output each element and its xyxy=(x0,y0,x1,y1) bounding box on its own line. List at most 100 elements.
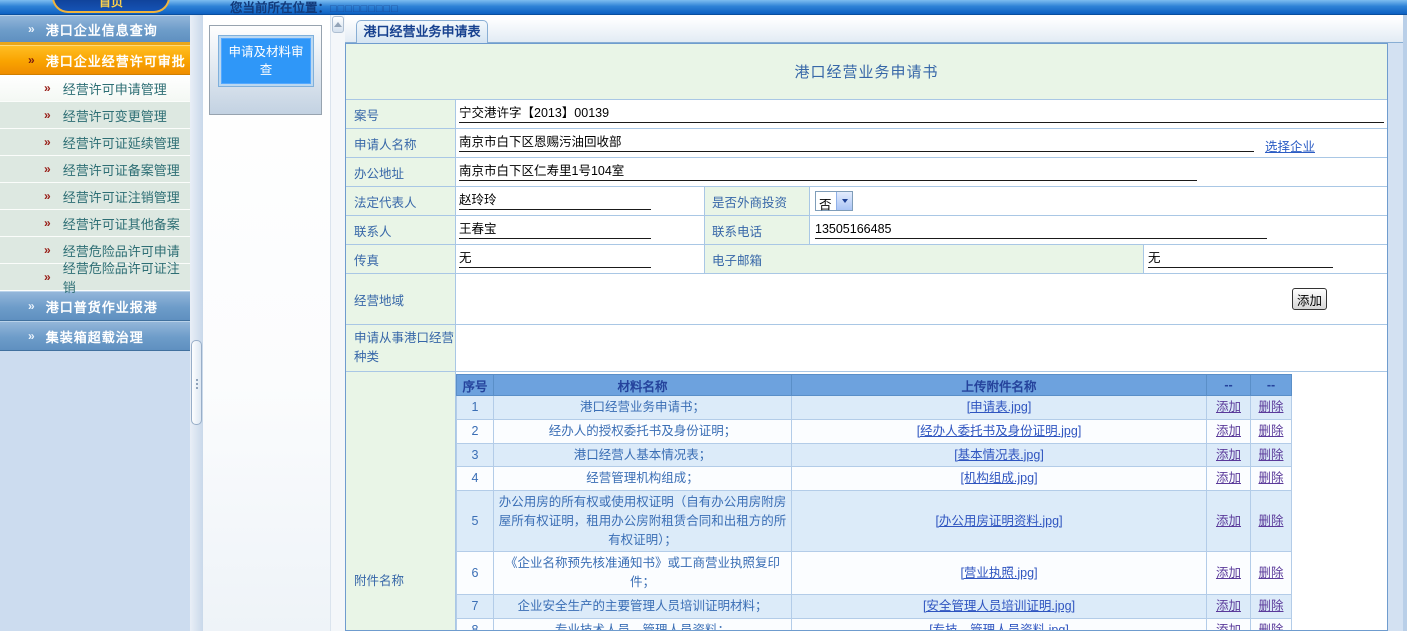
row-index: 8 xyxy=(457,618,494,631)
sidebar-subitem-3[interactable]: » 经营许可证延续管理 xyxy=(0,129,190,156)
delete-cell: 删除 xyxy=(1251,467,1292,491)
scrollbar-thumb[interactable] xyxy=(191,340,202,425)
file-cell: [专技、管理人员资料.jpg] xyxy=(792,618,1207,631)
material-name: 港口经营人基本情况表； xyxy=(494,443,792,467)
add-attachment-link[interactable]: 添加 xyxy=(1216,448,1241,462)
double-arrow-icon: » xyxy=(28,23,36,35)
case-number-field[interactable]: 宁交港许字【2013】00139 xyxy=(459,105,1384,123)
sidebar-subitem-2[interactable]: »经营许可变更管理 xyxy=(0,102,190,129)
file-cell: [安全管理人员培训证明.jpg] xyxy=(792,594,1207,618)
add-attachment-link[interactable]: 添加 xyxy=(1216,471,1241,485)
add-attachment-link[interactable]: 添加 xyxy=(1216,514,1241,528)
attachments-row: 附件名称 序号 材料名称 上传附件名称 -- -- 1港口经营业务申请书；[申请… xyxy=(346,372,1387,630)
delete-attachment-link[interactable]: 删除 xyxy=(1258,599,1283,613)
material-name: 办公用房的所有权或使用权证明（自有办公用房附房屋所有权证明，租用办公房附租赁合同… xyxy=(494,491,792,552)
add-cell: 添加 xyxy=(1207,396,1251,420)
delete-attachment-link[interactable]: 删除 xyxy=(1258,424,1283,438)
sidebar-scrollbar[interactable] xyxy=(190,15,203,631)
office-address-field[interactable]: 南京市白下区仁寿里1号104室 xyxy=(459,163,1197,181)
attachment-file-link[interactable]: [办公用房证明资料.jpg] xyxy=(935,514,1062,528)
arrow-icon: » xyxy=(44,216,51,230)
col-add: -- xyxy=(1207,375,1251,396)
sidebar-subitem-4[interactable]: »经营许可证备案管理 xyxy=(0,156,190,183)
content-scrollbar[interactable] xyxy=(330,15,345,631)
add-attachment-link[interactable]: 添加 xyxy=(1216,566,1241,580)
add-attachment-link[interactable]: 添加 xyxy=(1216,599,1241,613)
sidebar-subitem-8[interactable]: »经营危险品许可证注销 xyxy=(0,264,190,291)
sidebar-subitem-5[interactable]: »经营许可证注销管理 xyxy=(0,183,190,210)
top-bar: 您当前所在位置：□□□□□□□□□ xyxy=(0,0,1407,15)
attachments-header-row: 序号 材料名称 上传附件名称 -- -- xyxy=(457,375,1292,396)
tab-port-business-application[interactable]: 港口经营业务申请表 xyxy=(356,20,488,43)
col-upload: 上传附件名称 xyxy=(792,375,1207,396)
row-index: 4 xyxy=(457,467,494,491)
attachment-row-6: 6《企业名称预先核准通知书》或工商营业执照复印件； [营业执照.jpg] 添加 删除 xyxy=(457,552,1292,595)
phone-field[interactable]: 13505166485 xyxy=(815,221,1267,239)
email-field[interactable]: 无 xyxy=(1148,250,1333,268)
fax-label: 传真 xyxy=(346,245,456,273)
delete-attachment-link[interactable]: 删除 xyxy=(1258,400,1283,414)
legal-rep-label: 法定代表人 xyxy=(346,187,456,215)
fax-row: 传真 无 电子邮箱 无 xyxy=(346,245,1387,274)
row-index: 3 xyxy=(457,443,494,467)
page-scrollbar[interactable] xyxy=(1403,15,1407,631)
chevron-down-icon[interactable] xyxy=(836,192,852,210)
delete-cell: 删除 xyxy=(1251,443,1292,467)
review-step-button[interactable]: 申请及材料审查 xyxy=(221,38,311,84)
applicant-row: 申请人名称 南京市白下区恩赐污油回收部 选择企业 xyxy=(346,129,1387,158)
sidebar-item-2[interactable]: »港口企业经营许可审批 xyxy=(0,45,190,75)
material-name: 经办人的授权委托书及身份证明； xyxy=(494,419,792,443)
attachment-file-link[interactable]: [营业执照.jpg] xyxy=(960,566,1037,580)
legal-rep-field[interactable]: 赵玲玲 xyxy=(459,192,651,210)
fax-field[interactable]: 无 xyxy=(459,250,651,268)
attachment-file-link[interactable]: [申请表.jpg] xyxy=(967,400,1032,414)
add-attachment-link[interactable]: 添加 xyxy=(1216,400,1241,414)
add-attachment-link[interactable]: 添加 xyxy=(1216,424,1241,438)
file-cell: [申请表.jpg] xyxy=(792,396,1207,420)
material-name: 经营管理机构组成； xyxy=(494,467,792,491)
delete-attachment-link[interactable]: 删除 xyxy=(1258,566,1283,580)
attachment-file-link[interactable]: [安全管理人员培训证明.jpg] xyxy=(923,599,1075,613)
delete-attachment-link[interactable]: 删除 xyxy=(1258,448,1283,462)
add-cell: 添加 xyxy=(1207,419,1251,443)
select-company-link[interactable]: 选择企业 xyxy=(1265,136,1315,155)
file-cell: [基本情况表.jpg] xyxy=(792,443,1207,467)
business-region-row: 经营地域 添加 xyxy=(346,274,1387,325)
add-attachment-link[interactable]: 添加 xyxy=(1216,623,1241,631)
delete-cell: 删除 xyxy=(1251,618,1292,631)
arrow-icon: » xyxy=(44,162,51,176)
row-index: 6 xyxy=(457,552,494,595)
contact-row: 联系人 王春宝 联系电话 13505166485 xyxy=(346,216,1387,245)
file-cell: [机构组成.jpg] xyxy=(792,467,1207,491)
sidebar-subitem-1[interactable]: »经营许可申请管理 xyxy=(0,75,190,102)
attachment-file-link[interactable]: [机构组成.jpg] xyxy=(960,471,1037,485)
material-name: 《企业名称预先核准通知书》或工商营业执照复印件； xyxy=(494,552,792,595)
attachment-row-1: 1港口经营业务申请书；[申请表.jpg]添加删除 xyxy=(457,396,1292,420)
sidebar-subitem-6[interactable]: »经营许可证其他备案 xyxy=(0,210,190,237)
attachment-row-2: 2经办人的授权委托书及身份证明；[经办人委托书及身份证明.jpg]添加删除 xyxy=(457,419,1292,443)
applicant-field[interactable]: 南京市白下区恩赐污油回收部 xyxy=(459,134,1254,152)
add-region-button[interactable]: 添加 xyxy=(1292,288,1327,310)
foreign-invest-value: 否 xyxy=(816,192,836,210)
sidebar-subitem-label: 经营许可证延续管理 xyxy=(63,133,180,152)
review-step-button-frame: 申请及材料审查 xyxy=(218,35,314,87)
attachment-file-link[interactable]: [经办人委托书及身份证明.jpg] xyxy=(917,424,1082,438)
delete-attachment-link[interactable]: 删除 xyxy=(1258,623,1283,631)
foreign-invest-select[interactable]: 否 xyxy=(815,191,853,211)
row-index: 7 xyxy=(457,594,494,618)
add-cell: 添加 xyxy=(1207,618,1251,631)
home-tab[interactable]: 首页 xyxy=(52,0,170,13)
delete-attachment-link[interactable]: 删除 xyxy=(1258,471,1283,485)
attachment-file-link[interactable]: [专技、管理人员资料.jpg] xyxy=(929,623,1069,631)
sidebar-subitem-label: 经营许可申请管理 xyxy=(63,79,167,98)
delete-attachment-link[interactable]: 删除 xyxy=(1258,514,1283,528)
attachment-row-8: 8专业技术人员、管理人员资料；[专技、管理人员资料.jpg]添加删除 xyxy=(457,618,1292,631)
sidebar-item-4[interactable]: »集装箱超载治理 xyxy=(0,321,190,351)
applicant-label: 申请人名称 xyxy=(346,129,456,157)
sidebar-item-1[interactable]: »港口企业信息查询 xyxy=(0,15,190,45)
arrow-icon: » xyxy=(44,135,51,149)
scroll-up-button[interactable] xyxy=(332,16,344,33)
contact-field[interactable]: 王春宝 xyxy=(459,221,651,239)
tab-strip: 港口经营业务申请表 xyxy=(345,20,1403,43)
attachment-file-link[interactable]: [基本情况表.jpg] xyxy=(954,448,1044,462)
